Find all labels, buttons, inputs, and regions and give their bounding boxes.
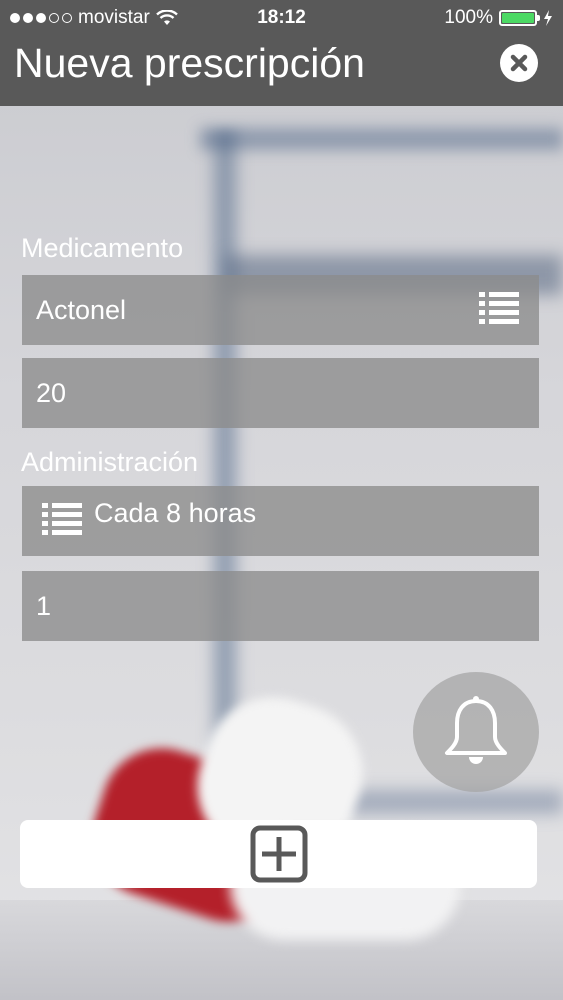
charging-icon xyxy=(544,10,552,26)
close-icon xyxy=(510,54,528,72)
frequency-value: Cada 8 horas xyxy=(94,498,257,528)
status-bar: movistar 18:12 100% xyxy=(0,0,563,36)
quantity-value: 1 xyxy=(36,590,52,621)
dose-input[interactable]: 20 xyxy=(22,358,539,428)
status-right: 100% xyxy=(444,7,553,29)
add-icon xyxy=(250,825,307,883)
add-button[interactable] xyxy=(20,820,537,888)
page-title: Nueva prescripción xyxy=(14,40,365,86)
battery-icon xyxy=(499,10,540,26)
dose-value: 20 xyxy=(36,377,67,408)
close-button[interactable] xyxy=(500,44,538,82)
nav-bar: Nueva prescripción xyxy=(0,36,563,106)
medication-select[interactable]: Actonel xyxy=(22,275,539,345)
medicamento-label: Medicamento xyxy=(21,233,184,263)
quantity-input[interactable]: 1 xyxy=(22,571,539,641)
administracion-label: Administración xyxy=(21,447,199,477)
list-icon[interactable] xyxy=(42,503,82,535)
bell-icon xyxy=(445,696,507,764)
reminder-button[interactable] xyxy=(413,672,539,792)
frequency-select[interactable]: Cada 8 horas xyxy=(22,486,539,556)
battery-percent: 100% xyxy=(444,7,493,28)
medication-value: Actonel xyxy=(36,294,127,325)
list-icon[interactable] xyxy=(479,292,519,324)
